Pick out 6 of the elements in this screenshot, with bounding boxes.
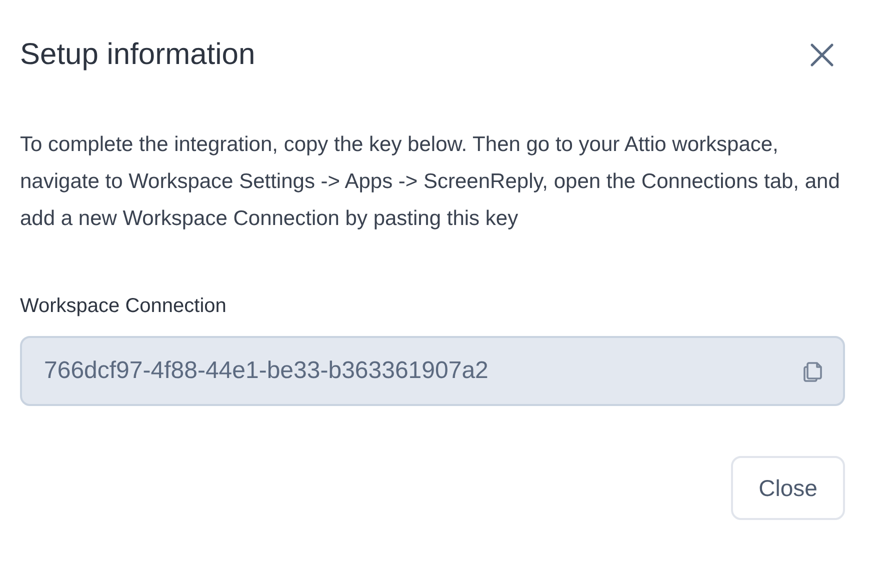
instructions-text: To complete the integration, copy the key below. Then go to your Attio workspace, navigate to Workspace Settings -> Apps -> ScreenReply, open the Connections tab, and add a new Workspace Connection by pasting this key	[20, 132, 841, 232]
dialog-title: Setup information	[20, 38, 256, 72]
close-icon[interactable]	[809, 42, 835, 68]
close-button[interactable]: Close	[731, 456, 845, 520]
key-field[interactable]: 766dcf97-4f88-44e1-be33-b363361907a2	[20, 336, 845, 406]
field-label: Workspace Connection	[20, 295, 228, 318]
